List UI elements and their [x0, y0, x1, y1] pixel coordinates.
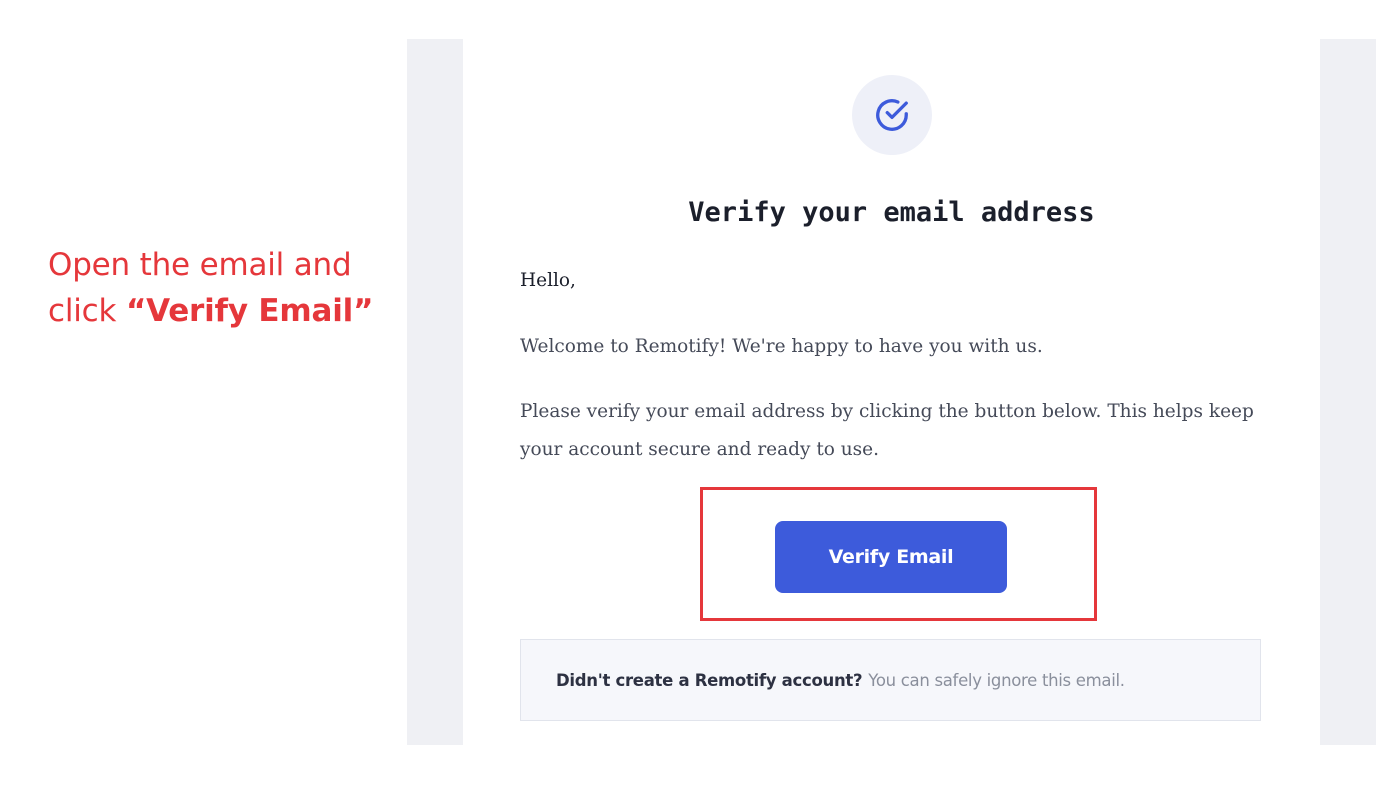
- verify-email-button[interactable]: Verify Email: [775, 521, 1007, 593]
- check-circle-icon: [876, 99, 908, 131]
- email-greeting: Hello,: [520, 270, 576, 291]
- email-welcome-text: Welcome to Remotify! We're happy to have…: [520, 336, 1043, 357]
- check-circle-badge: [852, 75, 932, 155]
- instruction-line-1: Open the email and: [48, 247, 352, 283]
- instruction-line-2-prefix: click: [48, 293, 117, 329]
- instruction-emphasis: “Verify Email”: [125, 293, 374, 329]
- instruction-caption: Open the email and click “Verify Email”: [48, 242, 388, 334]
- email-body-text: Please verify your email address by clic…: [520, 401, 1254, 460]
- email-heading: Verify your email address: [688, 197, 1095, 228]
- notice-question: Didn't create a Remotify account?: [556, 670, 863, 690]
- ignore-notice: Didn't create a Remotify account? You ca…: [520, 639, 1261, 721]
- notice-text: You can safely ignore this email.: [868, 670, 1125, 690]
